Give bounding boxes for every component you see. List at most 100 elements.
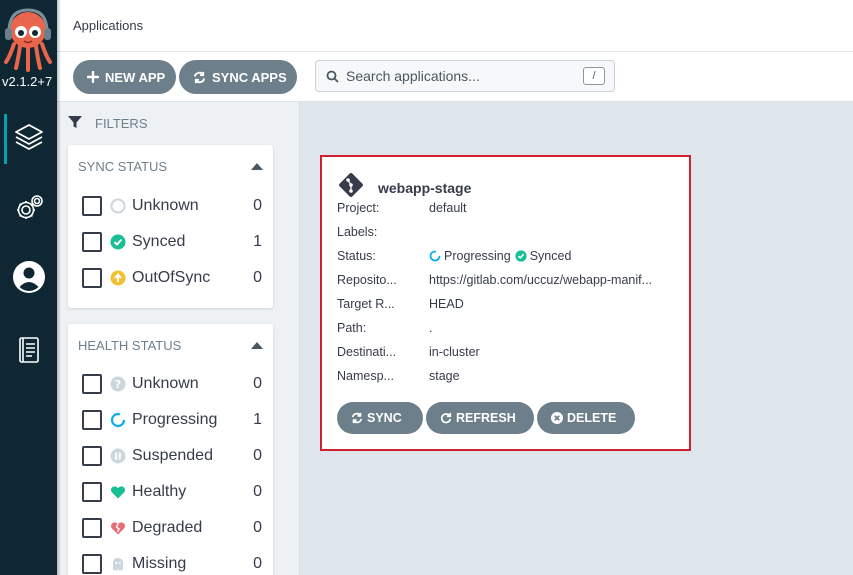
health-status-title: HEALTH STATUS (78, 338, 182, 353)
field-key: Destinati... (337, 345, 397, 359)
argo-logo[interactable] (0, 6, 57, 72)
sync-icon (193, 71, 206, 84)
field-key: Status: (337, 249, 376, 263)
filters-title: FILTERS (95, 116, 148, 131)
filter-label: Progressing (132, 411, 218, 428)
git-icon (338, 172, 364, 203)
filter-row-health-missing[interactable]: Missing 0 (82, 553, 262, 575)
filter-count: 0 (253, 269, 262, 286)
nav-item-settings[interactable] (0, 185, 57, 235)
app-name[interactable]: webapp-stage (378, 180, 471, 196)
filter-label: Synced (132, 233, 186, 250)
field-labels: Labels: (337, 225, 677, 243)
filters-panel: FILTERS SYNC STATUS Unknown 0 Synced 1 O… (57, 102, 300, 575)
filter-label: Unknown (132, 375, 199, 392)
sync-apps-button[interactable]: SYNC APPS (179, 60, 297, 94)
checkbox[interactable] (82, 268, 102, 288)
filter-row-health-degraded[interactable]: Degraded 0 (82, 517, 262, 539)
nav-item-user-info[interactable] (0, 254, 57, 304)
field-value: https://gitlab.com/uccuz/webapp-manif... (429, 273, 653, 287)
filter-row-sync-unknown[interactable]: Unknown 0 (82, 195, 262, 217)
sync-label: SYNC (367, 411, 402, 425)
field-value: . (429, 321, 433, 335)
filter-count: 0 (253, 447, 262, 464)
checkbox[interactable] (82, 410, 102, 430)
field-key: Reposito... (337, 273, 397, 287)
search-input[interactable] (346, 66, 576, 86)
filter-count: 0 (253, 375, 262, 392)
field-status: Status: Progressing Synced (337, 249, 677, 267)
field-value: stage (429, 369, 460, 383)
check-circle-icon (515, 250, 527, 262)
checkbox[interactable] (82, 446, 102, 466)
delete-label: DELETE (567, 411, 617, 425)
field-key: Target R... (337, 297, 395, 311)
filter-label: Degraded (132, 519, 203, 536)
toolbar: NEW APP SYNC APPS / (57, 52, 853, 102)
health-status-text: Progressing (444, 249, 511, 263)
field-key: Labels: (337, 225, 378, 239)
filter-count: 1 (253, 233, 262, 250)
nav-item-applications[interactable] (0, 114, 57, 164)
filter-row-health-unknown[interactable]: ? Unknown 0 (82, 373, 262, 395)
filter-row-health-progressing[interactable]: Progressing 1 (82, 409, 262, 431)
sync-apps-label: SYNC APPS (212, 69, 287, 85)
close-circle-icon (551, 412, 563, 424)
filter-count: 0 (253, 519, 262, 536)
field-value: HEAD (429, 297, 464, 311)
checkbox[interactable] (82, 554, 102, 574)
nav-item-documentation[interactable] (0, 327, 57, 377)
filter-count: 0 (253, 483, 262, 500)
search-icon (326, 70, 339, 88)
app-sync-button[interactable]: SYNC (337, 402, 423, 434)
field-project: Project: default (337, 201, 677, 219)
filters-header: FILTERS (67, 114, 148, 133)
layers-icon (13, 121, 45, 158)
version-label: v2.1.2+7 (2, 74, 53, 89)
arrow-up-circle-icon (110, 270, 126, 286)
book-icon (17, 336, 41, 369)
new-app-button[interactable]: NEW APP (73, 60, 176, 94)
filter-icon (67, 114, 83, 133)
collapse-caret-icon[interactable] (251, 163, 263, 170)
field-repository: Reposito... https://gitlab.com/uccuz/web… (337, 273, 677, 291)
sync-status-text: Synced (529, 249, 572, 263)
search-shortcut-key: / (583, 67, 605, 85)
ghost-icon (110, 556, 126, 572)
circle-outline-icon (110, 198, 126, 214)
refresh-icon (440, 412, 452, 424)
filter-label: Suspended (132, 447, 213, 464)
new-app-label: NEW APP (105, 69, 166, 85)
nav-shadow (57, 0, 61, 575)
filter-row-health-healthy[interactable]: Healthy 0 (82, 481, 262, 503)
question-circle-icon: ? (110, 376, 126, 392)
check-circle-icon (110, 234, 126, 250)
filter-row-health-suspended[interactable]: Suspended 0 (82, 445, 262, 467)
heart-icon (110, 484, 126, 500)
field-key: Path: (337, 321, 367, 335)
app-card-webapp-stage[interactable]: webapp-stage Project: default Labels: St… (320, 155, 691, 451)
gear-icon (14, 193, 44, 228)
sync-icon (351, 412, 363, 424)
checkbox[interactable] (82, 482, 102, 502)
filter-row-sync-outofsync[interactable]: OutOfSync 0 (82, 267, 262, 289)
field-path: Path: . (337, 321, 677, 339)
checkbox[interactable] (82, 374, 102, 394)
page-title: Applications (73, 18, 144, 33)
field-value: default (429, 201, 467, 215)
top-header: Applications (57, 0, 853, 52)
checkbox[interactable] (82, 232, 102, 252)
search-box: / (315, 60, 615, 92)
checkbox[interactable] (82, 196, 102, 216)
app-card-header: webapp-stage (338, 172, 471, 203)
app-delete-button[interactable]: DELETE (537, 402, 635, 434)
field-key: Namesp... (337, 369, 394, 383)
collapse-caret-icon[interactable] (251, 342, 263, 349)
checkbox[interactable] (82, 518, 102, 538)
filter-label: Missing (132, 555, 187, 572)
app-refresh-button[interactable]: REFRESH (426, 402, 534, 434)
user-icon (12, 260, 46, 299)
sync-status-title: SYNC STATUS (78, 159, 168, 174)
spinner-icon (429, 250, 441, 262)
filter-row-sync-synced[interactable]: Synced 1 (82, 231, 262, 253)
